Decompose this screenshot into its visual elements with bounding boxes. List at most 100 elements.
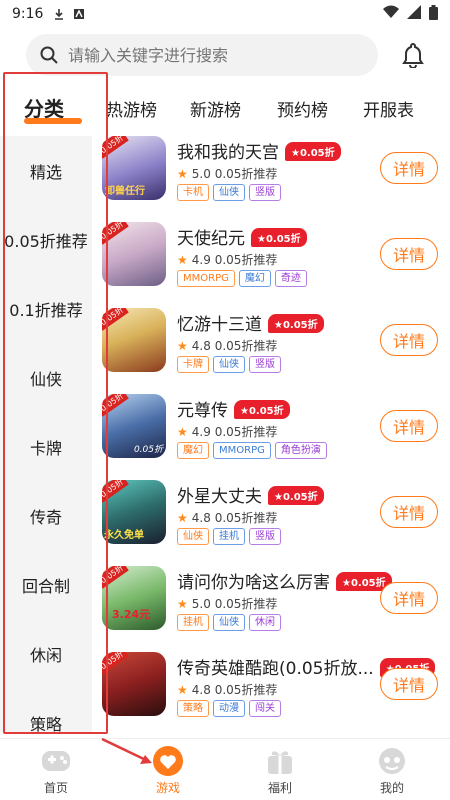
list-item[interactable]: 0.05折 卸兽任行 我和我的天宫 ★0.05折 ★ 5.0 0.05折推荐 卡机 … bbox=[100, 132, 450, 218]
signal-icon bbox=[407, 5, 421, 23]
detail-button[interactable]: 详情 bbox=[380, 152, 438, 184]
game-rating: ★ 4.8 0.05折推荐 bbox=[177, 339, 278, 353]
sidebar-item-strategy[interactable]: 策略 bbox=[0, 688, 92, 732]
detail-button[interactable]: 详情 bbox=[380, 496, 438, 528]
game-tags: 挂机 仙侠 休闲 bbox=[177, 614, 281, 631]
cover-text: 卸兽任行 bbox=[105, 186, 145, 197]
list-item[interactable]: 0.05折 永久免单 外星大丈夫 ★0.05折 ★ 4.8 0.05折推荐 仙侠 挂… bbox=[100, 476, 450, 562]
sidebar-item-turn-based[interactable]: 回合制 bbox=[0, 550, 92, 619]
discount-ribbon: 0.05折 bbox=[102, 480, 129, 503]
nav-welfare[interactable]: 福利 bbox=[240, 739, 320, 800]
game-rating: ★ 5.0 0.05折推荐 bbox=[177, 597, 278, 611]
star-icon: ★ bbox=[177, 683, 188, 697]
game-cover-image: 0.05折 0.05折 bbox=[102, 394, 166, 458]
discount-badge: ★0.05折 bbox=[268, 485, 324, 505]
nav-games[interactable]: 游戏 bbox=[128, 739, 208, 800]
discount-ribbon: 0.05折 bbox=[102, 308, 129, 331]
category-sidebar: 精选 0.05折推荐 0.1折推荐 仙侠 卡牌 传奇 回合制 休闲 策略 bbox=[0, 136, 92, 732]
nav-mine[interactable]: 我的 bbox=[352, 739, 432, 800]
tag: 仙侠 bbox=[213, 356, 245, 373]
nav-games-label: 游戏 bbox=[155, 781, 180, 795]
sidebar-item-card[interactable]: 卡牌 bbox=[0, 412, 92, 481]
sidebar-item-005-recommend[interactable]: 0.05折推荐 bbox=[0, 205, 92, 274]
bottom-nav: 首页 游戏 福利 我的 bbox=[0, 738, 450, 800]
game-name: 请问你为啥这么厉害 ★0.05折 bbox=[177, 568, 392, 593]
discount-badge: ★0.05折 bbox=[268, 313, 324, 333]
sidebar-item-legend[interactable]: 传奇 bbox=[0, 481, 92, 550]
game-name: 外星大丈夫 ★0.05折 bbox=[177, 482, 324, 507]
tab-reservation[interactable]: 预约榜 bbox=[277, 96, 328, 121]
sidebar-item-01-recommend[interactable]: 0.1折推荐 bbox=[0, 274, 92, 343]
sidebar-item-casual[interactable]: 休闲 bbox=[0, 619, 92, 688]
tab-server-schedule[interactable]: 开服表 bbox=[363, 96, 414, 121]
sidebar-item-featured[interactable]: 精选 bbox=[0, 136, 92, 205]
game-cover-image: 0.05折 bbox=[102, 308, 166, 372]
tag: 奇迹 bbox=[274, 270, 307, 287]
game-cover-image: 0.05折 永久免单 bbox=[102, 480, 166, 544]
search-input[interactable] bbox=[68, 45, 358, 65]
star-icon: ★ bbox=[177, 167, 188, 181]
tab-new-games[interactable]: 新游榜 bbox=[190, 96, 241, 121]
battery-icon bbox=[429, 4, 438, 24]
game-rating: ★ 5.0 0.05折推荐 bbox=[177, 167, 278, 181]
game-tags: 策略 动漫 闯关 bbox=[177, 700, 281, 717]
tag: 动漫 bbox=[213, 700, 245, 717]
tag: 仙侠 bbox=[213, 614, 245, 631]
discount-ribbon: 0.05折 bbox=[102, 394, 129, 417]
active-tab-indicator bbox=[24, 118, 82, 124]
tag: 卡牌 bbox=[177, 356, 209, 373]
tag: 挂机 bbox=[213, 528, 245, 545]
list-item[interactable]: 0.05折 3.24元 请问你为啥这么厉害 ★0.05折 ★ 5.0 0.05折推荐… bbox=[100, 562, 450, 648]
game-tags: MMORPG 魔幻 奇迹 bbox=[177, 270, 307, 287]
detail-button[interactable]: 详情 bbox=[380, 668, 438, 700]
nav-welfare-label: 福利 bbox=[267, 781, 292, 795]
game-name: 天使纪元 ★0.05折 bbox=[177, 224, 307, 249]
discount-badge: ★0.05折 bbox=[234, 399, 290, 419]
detail-button[interactable]: 详情 bbox=[380, 582, 438, 614]
tag: 休闲 bbox=[249, 614, 281, 631]
game-rating: ★ 4.8 0.05折推荐 bbox=[177, 683, 278, 697]
game-cover-image: 0.05折 卸兽任行 bbox=[102, 136, 166, 200]
gamepad-icon bbox=[40, 745, 72, 777]
nav-home[interactable]: 首页 bbox=[16, 739, 96, 800]
list-item[interactable]: 0.05折 传奇英雄酷跑(0.05折放...★0.05折 ★4.8 0.05折推… bbox=[100, 648, 450, 732]
notification-bell-icon[interactable] bbox=[398, 40, 428, 70]
tag: 竖版 bbox=[249, 184, 281, 201]
tag: 策略 bbox=[177, 700, 209, 717]
status-time: 9:16 bbox=[12, 6, 44, 22]
app-notification-icon bbox=[73, 8, 85, 20]
search-icon bbox=[40, 46, 58, 64]
tag: 竖版 bbox=[249, 528, 281, 545]
star-icon: ★ bbox=[177, 597, 188, 611]
category-tabs: 分类 热游榜 新游榜 预约榜 开服表 bbox=[0, 88, 450, 128]
tag: 魔幻 bbox=[177, 442, 209, 459]
detail-button[interactable]: 详情 bbox=[380, 324, 438, 356]
game-tags: 卡机 仙侠 竖版 bbox=[177, 184, 281, 201]
sidebar-item-xianxia[interactable]: 仙侠 bbox=[0, 343, 92, 412]
tag: 仙侠 bbox=[213, 184, 245, 201]
nav-mine-label: 我的 bbox=[379, 781, 404, 795]
detail-button[interactable]: 详情 bbox=[380, 410, 438, 442]
game-cover-image: 0.05折 bbox=[102, 652, 166, 716]
game-cover-image: 0.05折 bbox=[102, 222, 166, 286]
list-item[interactable]: 0.05折 忆游十三道 ★0.05折 ★ 4.8 0.05折推荐 卡牌 仙侠 竖版 … bbox=[100, 304, 450, 390]
search-bar[interactable] bbox=[26, 34, 378, 76]
discount-ribbon: 0.05折 bbox=[102, 222, 129, 245]
star-icon: ★ bbox=[177, 425, 188, 439]
tag: 仙侠 bbox=[177, 528, 209, 545]
discount-ribbon: 0.05折 bbox=[102, 136, 129, 159]
tag: 竖版 bbox=[249, 356, 281, 373]
game-tags: 魔幻 MMORPG 角色扮演 bbox=[177, 442, 327, 459]
nav-home-label: 首页 bbox=[43, 781, 68, 795]
list-item[interactable]: 0.05折 天使纪元 ★0.05折 ★ 4.9 0.05折推荐 MMORPG 魔幻 … bbox=[100, 218, 450, 304]
detail-button[interactable]: 详情 bbox=[380, 238, 438, 270]
list-item[interactable]: 0.05折 0.05折 元尊传 ★0.05折 ★ 4.9 0.05折推荐 魔幻 MM… bbox=[100, 390, 450, 476]
cover-text: 0.05折 bbox=[133, 445, 163, 455]
tag: 角色扮演 bbox=[274, 442, 327, 459]
tab-hot-games[interactable]: 热游榜 bbox=[106, 96, 157, 121]
download-icon bbox=[53, 8, 65, 20]
game-name: 我和我的天宫 ★0.05折 bbox=[177, 138, 341, 163]
discount-ribbon: 0.05折 bbox=[102, 566, 129, 589]
game-rating: ★ 4.9 0.05折推荐 bbox=[177, 253, 278, 267]
discount-badge: ★0.05折 bbox=[251, 227, 307, 247]
